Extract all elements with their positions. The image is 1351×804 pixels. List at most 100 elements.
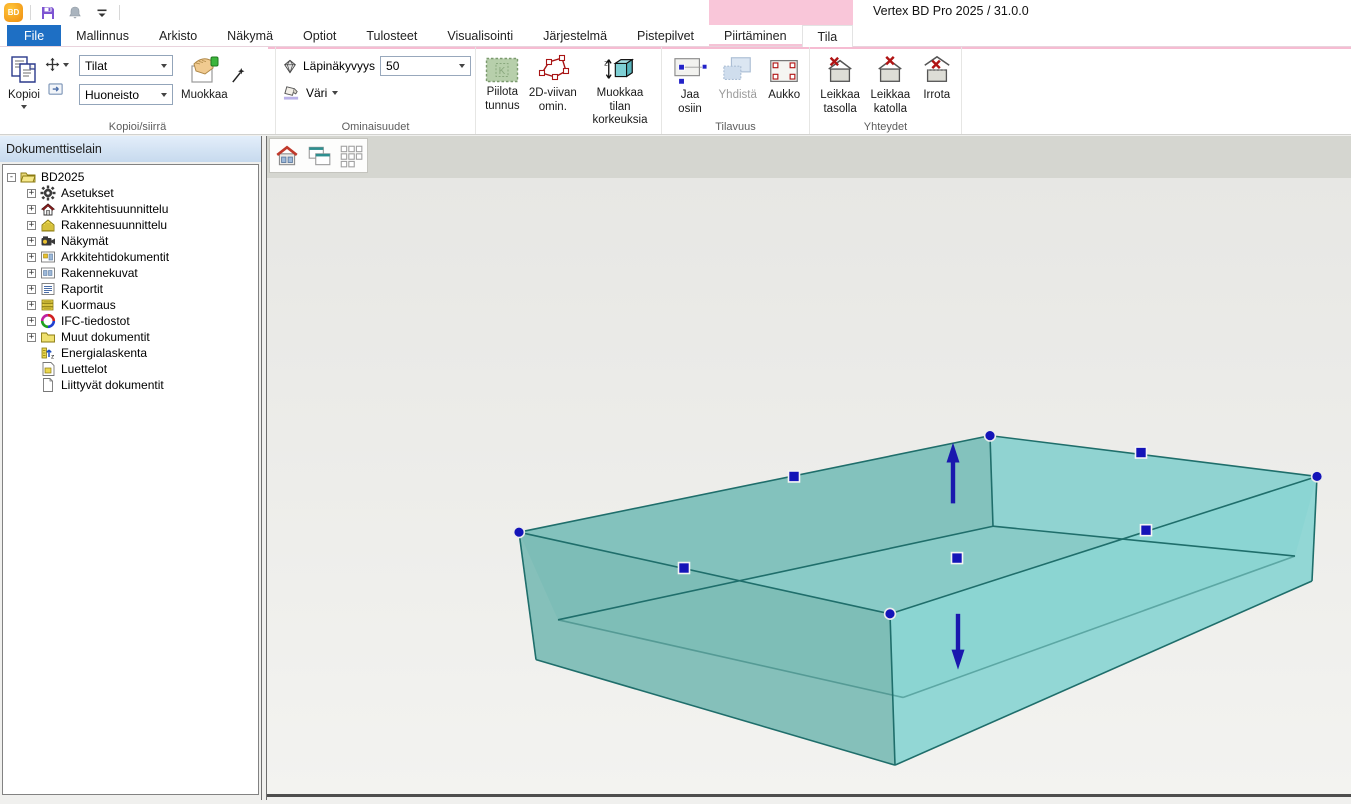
expand-icon[interactable]: + (27, 333, 36, 342)
model-viewport[interactable] (267, 136, 1351, 797)
camera-icon (40, 233, 56, 249)
tree-item-label: BD2025 (41, 170, 84, 184)
tree-item-label: Energialaskenta (61, 346, 147, 360)
tree-item-bd2025[interactable]: - BD2025 (3, 169, 258, 185)
katolla-label: Leikkaa katolla (868, 89, 912, 116)
tree-item-muut-dokumentit[interactable]: + Muut dokumentit (3, 329, 258, 345)
tab-visualisointi[interactable]: Visualisointi (432, 25, 528, 46)
expand-icon[interactable]: + (27, 221, 36, 230)
expand-icon[interactable]: + (27, 253, 36, 262)
edge-midpoint-handle[interactable] (1136, 447, 1147, 458)
expand-icon[interactable]: + (27, 189, 36, 198)
expand-icon[interactable]: + (27, 269, 36, 278)
hand-edit-icon (187, 54, 221, 86)
tree-item-liittyv-t-dokumentit[interactable]: Liittyvät dokumentit (3, 377, 258, 393)
tab-tulosteet[interactable]: Tulosteet (351, 25, 432, 46)
doc-blank-icon (40, 377, 56, 393)
heights-icon (602, 54, 638, 84)
tab-j-rjestelm[interactable]: Järjestelmä (528, 25, 622, 46)
edge-midpoint-handle[interactable] (789, 471, 800, 482)
irrota-button[interactable]: Irrota (916, 52, 957, 105)
tab-optiot[interactable]: Optiot (288, 25, 351, 46)
corner-vertex-handle[interactable] (1312, 471, 1323, 482)
corner-vertex-handle[interactable] (985, 430, 996, 441)
yhdista-label: Yhdistä (719, 89, 757, 103)
edge-midpoint-handle[interactable] (679, 563, 690, 574)
muokkaa-button[interactable]: Muokkaa (179, 52, 230, 105)
tree-item-label: Rakennekuvat (61, 266, 138, 280)
tree-item-label: Muut dokumentit (61, 330, 150, 344)
vari-button[interactable]: Väri (282, 84, 471, 101)
document-tree[interactable]: -BD2025+Asetukset+Arkkitehtisuunnittelu+… (2, 164, 259, 795)
tree-item-ifc-tiedostot[interactable]: +IFC-tiedostot (3, 313, 258, 329)
house-red-icon (40, 201, 56, 217)
house-cut-roof-icon (872, 54, 908, 86)
doc-plan2-icon (40, 265, 56, 281)
tree-item-rakennesuunnittelu[interactable]: +Rakennesuunnittelu (3, 217, 258, 233)
expand-icon[interactable]: + (27, 317, 36, 326)
tree-item-asetukset[interactable]: +Asetukset (3, 185, 258, 201)
tree-item-label: Kuormaus (61, 298, 116, 312)
lapinakyvyys-combo[interactable]: 50 (380, 56, 471, 76)
save-button[interactable] (38, 3, 58, 23)
window-title: Vertex BD Pro 2025 / 31.0.0 (873, 4, 1029, 18)
tila-volume-scene[interactable] (267, 136, 1351, 794)
ribbon-group-tilavuus: Jaa osiin Yhdistä Aukko Tilavuus (662, 47, 810, 134)
chevron-down-icon (161, 93, 167, 97)
tab-pistepilvet[interactable]: Pistepilvet (622, 25, 709, 46)
gear-icon (40, 185, 56, 201)
tab-file[interactable]: File (7, 25, 61, 46)
aukko-button[interactable]: Aukko (763, 52, 805, 105)
siirra-button[interactable] (44, 56, 69, 73)
tree-item-kuormaus[interactable]: + Kuormaus (3, 297, 258, 313)
notifications-button[interactable] (65, 3, 85, 23)
pick-properties-button[interactable] (230, 66, 245, 90)
tree-item-arkkitehtidokumentit[interactable]: +Arkkitehtidokumentit (3, 249, 258, 265)
tilat-select[interactable]: Tilat (79, 55, 173, 76)
muokkaa-korkeuksia-button[interactable]: Muokkaa tilan korkeuksia (583, 52, 657, 130)
collapse-icon[interactable]: - (7, 173, 16, 182)
tree-item-raportit[interactable]: + Raportit (3, 281, 258, 297)
tree-item-rakennekuvat[interactable]: + Rakennekuvat (3, 265, 258, 281)
tilat-select-value: Tilat (85, 59, 107, 73)
tree-item-label: Arkkitehtisuunnittelu (61, 202, 168, 216)
app-logo[interactable]: BD (4, 3, 23, 22)
kopioi-button[interactable]: Kopioi (6, 52, 42, 111)
irrota-label: Irrota (923, 89, 950, 103)
edge-midpoint-handle[interactable] (952, 553, 963, 564)
tree-item-energialaskenta[interactable]: Energialaskenta (3, 345, 258, 361)
tree-item-arkkitehtisuunnittelu[interactable]: + Arkkitehtisuunnittelu (3, 201, 258, 217)
customize-quick-access-button[interactable] (92, 3, 112, 23)
2d-viivan-omin-button[interactable]: 2D-viivan omin. (527, 52, 579, 116)
corner-vertex-handle[interactable] (885, 608, 896, 619)
tree-item-n-kym-t[interactable]: +Näkymät (3, 233, 258, 249)
opening-icon (767, 56, 801, 86)
separator (30, 5, 31, 20)
piilota-tunnus-button[interactable]: Piilota tunnus (482, 52, 523, 115)
viiva-label: 2D-viivan omin. (529, 87, 577, 114)
color-icon (282, 84, 301, 101)
merge-icon (719, 54, 757, 86)
tab-n-kym[interactable]: Näkymä (212, 25, 288, 46)
yhdista-button[interactable]: Yhdistä (715, 52, 760, 105)
tree-item-label: Raportit (61, 282, 103, 296)
corner-vertex-handle[interactable] (514, 527, 525, 538)
contextual-tab-group-marker (802, 0, 854, 25)
expand-icon[interactable]: + (27, 205, 36, 214)
edge-midpoint-handle[interactable] (1141, 525, 1152, 536)
leikkaa-katolla-button[interactable]: Leikkaa katolla (866, 52, 914, 118)
expand-icon[interactable]: + (27, 237, 36, 246)
expand-icon[interactable]: + (27, 285, 36, 294)
jaa-osiin-button[interactable]: Jaa osiin (668, 52, 712, 118)
tab-arkisto[interactable]: Arkisto (144, 25, 212, 46)
siirra-ikkunaan-button[interactable] (47, 82, 66, 102)
leikkaa-tasolla-button[interactable]: Leikkaa tasolla (816, 52, 864, 118)
tab-mallinnus[interactable]: Mallinnus (61, 25, 144, 46)
expand-icon[interactable]: + (27, 301, 36, 310)
tree-item-luettelot[interactable]: Luettelot (3, 361, 258, 377)
huoneisto-select[interactable]: Huoneisto (79, 84, 173, 105)
tab-tila[interactable]: Tila (802, 25, 854, 47)
hide-tag-icon (485, 57, 519, 83)
chevron-down-icon (459, 64, 465, 68)
tab-piirt-minen[interactable]: Piirtäminen (709, 25, 802, 46)
